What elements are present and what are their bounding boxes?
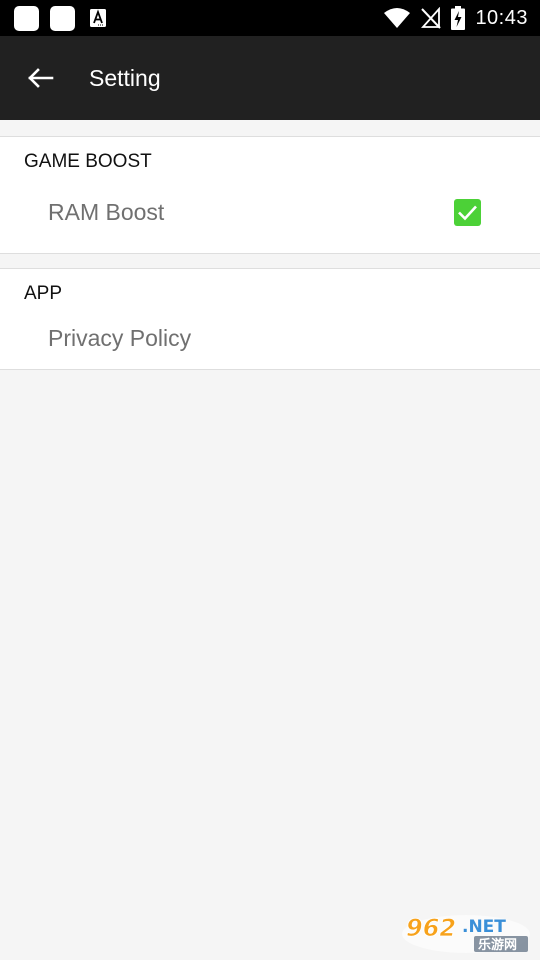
- game-boost-section: GAME BOOST RAM Boost: [0, 136, 540, 254]
- text-a-notification-icon: [90, 9, 106, 27]
- watermark-cn: 乐游网: [478, 937, 517, 953]
- app-bar: Setting: [0, 36, 540, 120]
- no-signal-icon: [421, 7, 442, 29]
- notification-app-icon: [14, 6, 39, 31]
- game-boost-header: GAME BOOST: [24, 151, 152, 172]
- status-bar: 10:43: [0, 0, 540, 36]
- watermark-number: 962: [406, 914, 456, 942]
- privacy-policy-label: Privacy Policy: [48, 325, 192, 351]
- wifi-icon: [384, 8, 411, 28]
- battery-charging-icon: [451, 6, 466, 30]
- status-time: 10:43: [475, 6, 528, 29]
- privacy-policy-row[interactable]: Privacy Policy: [0, 311, 540, 367]
- ram-boost-row[interactable]: RAM Boost: [0, 185, 540, 241]
- watermark-suffix: .NET: [462, 917, 506, 937]
- page-title: Setting: [89, 65, 161, 91]
- arrow-left-icon[interactable]: [22, 64, 58, 92]
- notification-app-icon: [50, 6, 75, 31]
- app-header: APP: [24, 283, 63, 304]
- ram-boost-checkbox[interactable]: [454, 199, 481, 226]
- ram-boost-label: RAM Boost: [48, 199, 165, 225]
- app-section: APP Privacy Policy: [0, 268, 540, 370]
- checkmark-icon: [458, 205, 477, 221]
- watermark-logo: 962 .NET 乐游网: [402, 914, 530, 953]
